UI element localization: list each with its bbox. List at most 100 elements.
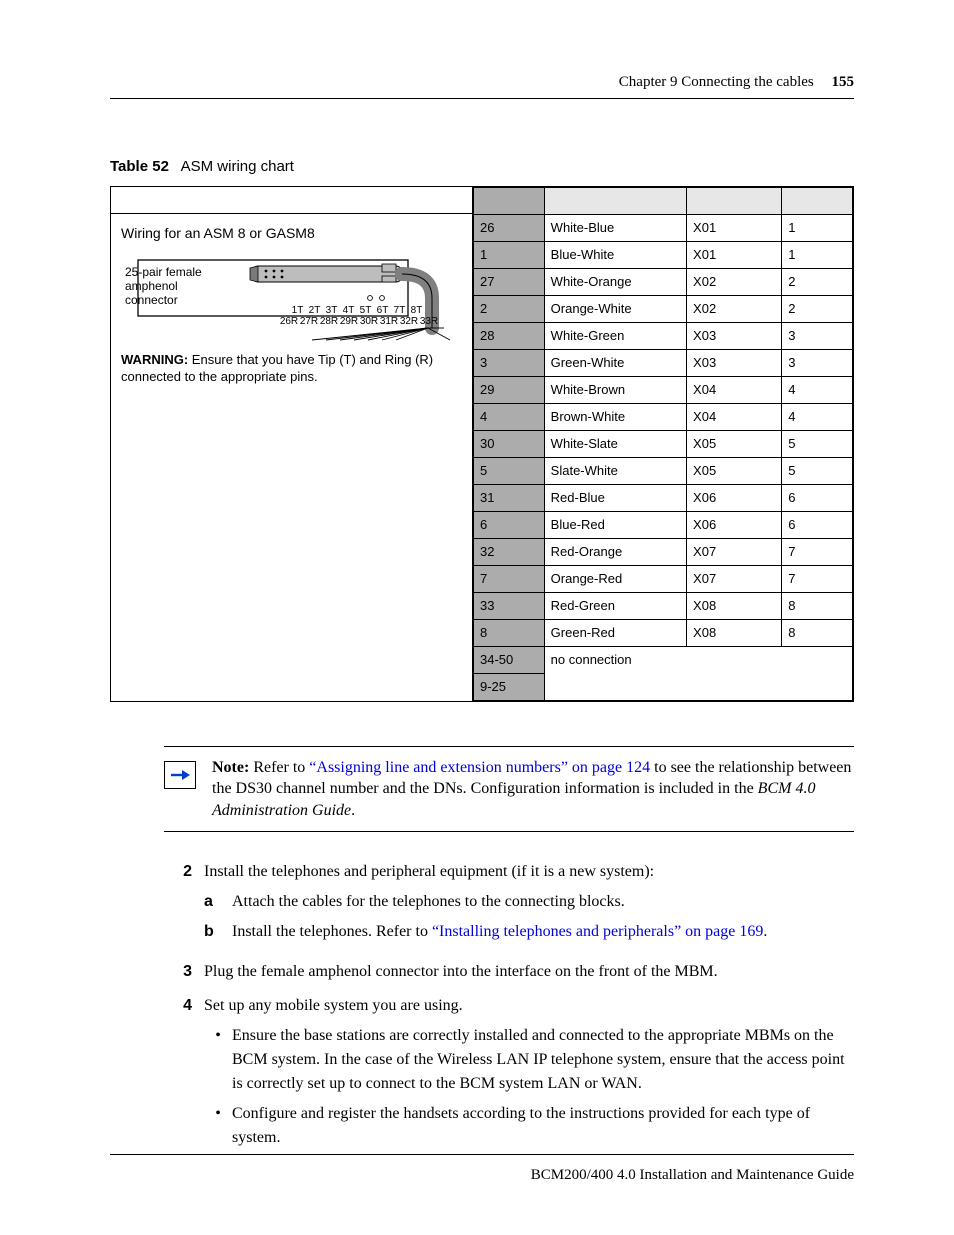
step-2a-letter: a — [204, 890, 232, 914]
pin-cell: 3 — [474, 349, 545, 376]
pin-cell: 33 — [474, 592, 545, 619]
wiring-chart: Wiring for an ASM 8 or GASM8 — [110, 186, 854, 702]
color-cell: Orange-Red — [544, 565, 686, 592]
step-2b-link[interactable]: “Installing telephones and peripherals” … — [432, 923, 763, 940]
step-4-text: Set up any mobile system you are using. — [204, 994, 854, 1018]
port-cell: 1 — [782, 241, 853, 268]
table-row: 7Orange-RedX077 — [474, 565, 853, 592]
wiring-warning-label: WARNING: — [121, 352, 188, 367]
ring-label: 29R — [339, 315, 359, 329]
port-cell: 8 — [782, 619, 853, 646]
pin-cell: 2 — [474, 295, 545, 322]
table-caption-text: ASM wiring chart — [181, 158, 294, 175]
wiring-chart-left: Wiring for an ASM 8 or GASM8 — [111, 187, 473, 701]
connector-caption-3: connector — [125, 293, 178, 307]
aux-cell: X05 — [687, 457, 782, 484]
step-4: 4 Set up any mobile system you are using… — [164, 994, 854, 1156]
aux-cell: X02 — [687, 295, 782, 322]
step-2b-letter: b — [204, 920, 232, 944]
color-cell: White-Green — [544, 322, 686, 349]
step-2b-text: Install the telephones. Refer to “Instal… — [232, 920, 854, 944]
ring-label: 32R — [399, 315, 419, 329]
pin-cell: 6 — [474, 511, 545, 538]
note-label: Note: — [212, 759, 249, 776]
table-row: 29White-BrownX044 — [474, 376, 853, 403]
ring-label: 28R — [319, 315, 339, 329]
pin-cell: 1 — [474, 241, 545, 268]
step-number: 4 — [164, 994, 204, 1156]
table-row: 30White-SlateX055 — [474, 430, 853, 457]
step-2b-pre: Install the telephones. Refer to — [232, 923, 432, 940]
pin-table: 26White-BlueX0111Blue-WhiteX01127White-O… — [473, 187, 853, 701]
step-number: 3 — [164, 960, 204, 984]
table-row: 28White-GreenX033 — [474, 322, 853, 349]
ring-label: 27R — [299, 315, 319, 329]
port-cell: 2 — [782, 268, 853, 295]
port-cell: 6 — [782, 484, 853, 511]
table-row: 32Red-OrangeX077 — [474, 538, 853, 565]
pin-cell: 8 — [474, 619, 545, 646]
port-cell: 3 — [782, 322, 853, 349]
port-cell: 7 — [782, 565, 853, 592]
pin-cell: 30 — [474, 430, 545, 457]
pin-cell: 28 — [474, 322, 545, 349]
step-2-text: Install the telephones and peripheral eq… — [204, 860, 854, 884]
table-row: 31Red-BlueX066 — [474, 484, 853, 511]
step-number: 2 — [164, 860, 204, 950]
table-row: 1Blue-WhiteX011 — [474, 241, 853, 268]
arrow-icon — [164, 761, 196, 789]
aux-cell: X01 — [687, 214, 782, 241]
pin-cell: 9-25 — [474, 673, 545, 700]
color-cell: Slate-White — [544, 457, 686, 484]
header-rule — [110, 98, 854, 99]
aux-cell: X05 — [687, 430, 782, 457]
color-cell: White-Brown — [544, 376, 686, 403]
pin-cell: 4 — [474, 403, 545, 430]
connector-caption-2: amphenol — [125, 279, 178, 293]
pin-cell: 34-50 — [474, 646, 545, 673]
aux-cell: X07 — [687, 565, 782, 592]
note-pre: Refer to — [249, 759, 309, 776]
table-row: 33Red-GreenX088 — [474, 592, 853, 619]
table-row: 34-50no connection — [474, 646, 853, 673]
pin-cell: 32 — [474, 538, 545, 565]
table-row: 5Slate-WhiteX055 — [474, 457, 853, 484]
aux-cell: X06 — [687, 511, 782, 538]
aux-cell: X01 — [687, 241, 782, 268]
pin-cell: 29 — [474, 376, 545, 403]
aux-cell: X02 — [687, 268, 782, 295]
step-2a-text: Attach the cables for the telephones to … — [232, 890, 854, 914]
color-cell: Blue-White — [544, 241, 686, 268]
aux-cell: X08 — [687, 592, 782, 619]
table-row: 27White-OrangeX022 — [474, 268, 853, 295]
aux-cell: X03 — [687, 349, 782, 376]
bullet-icon: • — [204, 1024, 232, 1096]
color-cell: Red-Green — [544, 592, 686, 619]
footer-text: BCM200/400 4.0 Installation and Maintena… — [531, 1167, 854, 1183]
ring-label: 30R — [359, 315, 379, 329]
color-cell: Green-Red — [544, 619, 686, 646]
note-block: Note: Refer to “Assigning line and exten… — [164, 746, 854, 833]
color-cell: White-Orange — [544, 268, 686, 295]
aux-cell: X04 — [687, 376, 782, 403]
pin-cell: 27 — [474, 268, 545, 295]
note-link[interactable]: “Assigning line and extension numbers” o… — [309, 759, 650, 776]
port-cell: 4 — [782, 403, 853, 430]
aux-cell: X08 — [687, 619, 782, 646]
port-cell: 1 — [782, 214, 853, 241]
table-row: 3Green-WhiteX033 — [474, 349, 853, 376]
wiring-warning: WARNING: Ensure that you have Tip (T) an… — [121, 352, 462, 385]
ring-label: 31R — [379, 315, 399, 329]
noconn-cell: no connection — [544, 646, 852, 700]
port-cell: 2 — [782, 295, 853, 322]
aux-cell: X04 — [687, 403, 782, 430]
step-4-bullet1: Ensure the base stations are correctly i… — [232, 1024, 854, 1096]
step-2b-post: . — [763, 923, 767, 940]
color-cell: Blue-Red — [544, 511, 686, 538]
table-row: 26White-BlueX011 — [474, 214, 853, 241]
pin-cell: 5 — [474, 457, 545, 484]
port-cell: 5 — [782, 457, 853, 484]
table-row: 6Blue-RedX066 — [474, 511, 853, 538]
table-caption-label: Table 52 — [110, 158, 169, 175]
step-3: 3 Plug the female amphenol connector int… — [164, 960, 854, 984]
